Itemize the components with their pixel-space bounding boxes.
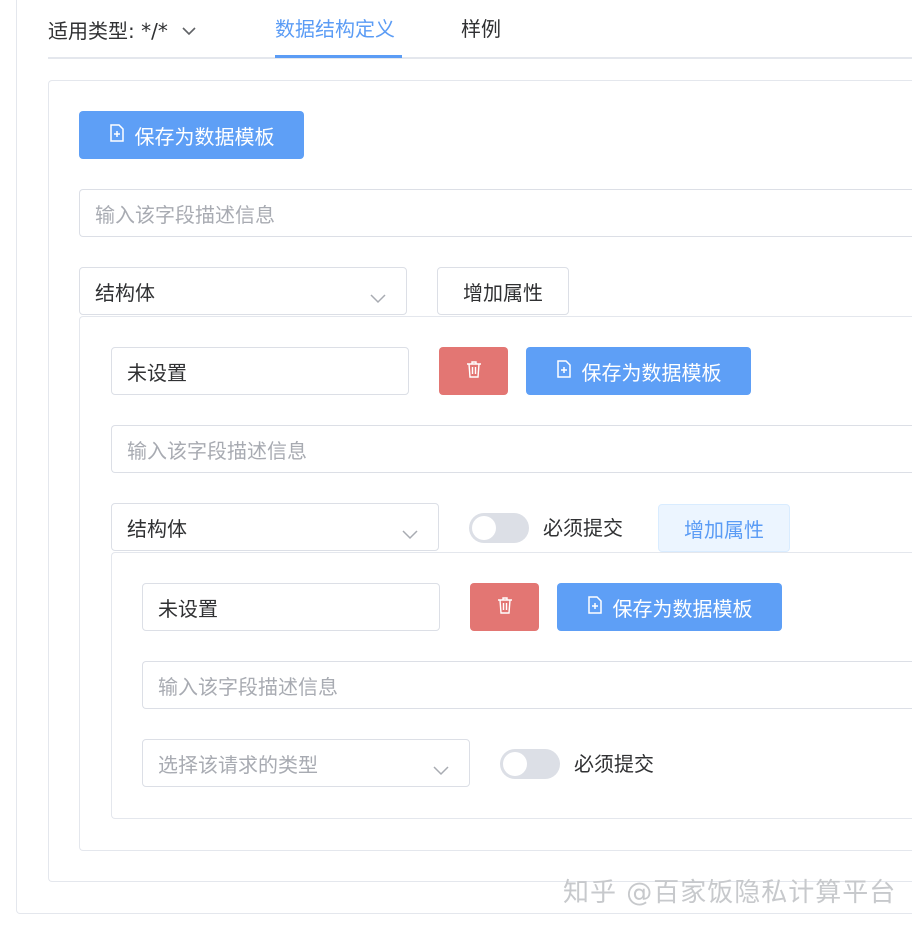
chevron-down-icon — [402, 521, 418, 545]
file-add-icon — [587, 595, 603, 619]
save-as-template-label: 保存为数据模板 — [612, 596, 753, 621]
type-select[interactable]: 结构体 — [111, 503, 439, 551]
save-as-template-label: 保存为数据模板 — [134, 124, 275, 149]
trash-icon — [497, 595, 513, 619]
delete-property-button[interactable] — [439, 347, 508, 395]
active-tab-indicator — [275, 55, 402, 58]
property-name-value: 未设置 — [158, 596, 218, 621]
toggle-knob — [472, 516, 496, 540]
tab-content-type[interactable]: 适用类型: */* — [48, 16, 196, 44]
tab-bar: 适用类型: */* 数据结构定义 样例 — [48, 0, 912, 59]
description-placeholder: 输入该字段描述信息 — [127, 438, 307, 463]
description-input[interactable]: 输入该字段描述信息 — [142, 661, 912, 709]
required-label: 必须提交 — [543, 516, 623, 540]
type-select-placeholder: 选择该请求的类型 — [158, 752, 318, 777]
type-select-value: 结构体 — [95, 280, 155, 305]
description-input[interactable]: 输入该字段描述信息 — [111, 425, 912, 473]
type-select[interactable]: 选择该请求的类型 — [142, 739, 470, 787]
save-as-template-button[interactable]: 保存为数据模板 — [557, 583, 782, 631]
tab-content-type-label: 适用类型: */* — [48, 19, 168, 43]
trash-icon — [466, 359, 482, 383]
chevron-down-icon — [433, 757, 449, 781]
add-property-button[interactable]: 增加属性 — [658, 504, 790, 552]
type-select[interactable]: 结构体 — [79, 267, 407, 315]
property-name-value: 未设置 — [127, 360, 187, 385]
type-select-value: 结构体 — [127, 516, 187, 541]
required-toggle[interactable] — [469, 513, 529, 543]
tab-sample[interactable]: 样例 — [461, 16, 501, 42]
add-property-button[interactable]: 增加属性 — [437, 267, 569, 315]
chevron-down-icon — [182, 16, 196, 42]
description-placeholder: 输入该字段描述信息 — [158, 674, 338, 699]
watermark: 知乎 @百家饭隐私计算平台 — [563, 878, 897, 908]
description-input[interactable]: 输入该字段描述信息 — [79, 189, 912, 237]
save-as-template-label: 保存为数据模板 — [581, 360, 722, 385]
file-add-icon — [109, 123, 125, 147]
description-placeholder: 输入该字段描述信息 — [95, 202, 275, 227]
required-toggle[interactable] — [500, 749, 560, 779]
save-as-template-button[interactable]: 保存为数据模板 — [526, 347, 751, 395]
chevron-down-icon — [370, 285, 386, 309]
file-add-icon — [556, 359, 572, 383]
property-name-input[interactable]: 未设置 — [111, 347, 409, 395]
tab-data-structure-definition[interactable]: 数据结构定义 — [275, 16, 395, 42]
toggle-knob — [503, 752, 527, 776]
delete-property-button[interactable] — [470, 583, 539, 631]
required-label: 必须提交 — [574, 752, 654, 776]
save-as-template-button[interactable]: 保存为数据模板 — [79, 111, 304, 159]
property-name-input[interactable]: 未设置 — [142, 583, 440, 631]
